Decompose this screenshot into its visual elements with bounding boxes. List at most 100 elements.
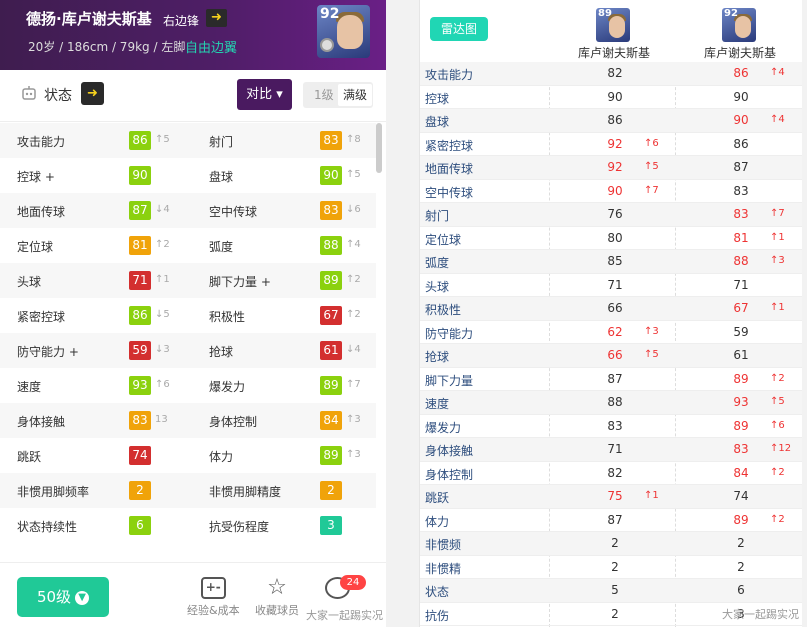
attribute-label: 防守能力 +: [17, 345, 79, 359]
attribute-row: 跳跃 74 体力 89 ↑3: [0, 438, 376, 473]
compare-row: 脚下力量 87 89 ↑2: [420, 368, 802, 391]
compare-player-2-value: 90: [733, 113, 749, 127]
compare-player-2-value: 6: [737, 583, 745, 597]
attribute-label: 控球 +: [17, 170, 55, 184]
attribute-value: 87: [129, 201, 151, 220]
compare-row: 控球 90 90: [420, 86, 802, 109]
compare-row: 空中传球 90 ↑7 83: [420, 180, 802, 203]
compare-row-label: 速度: [425, 397, 450, 411]
compare-player-2-value: 89: [733, 512, 749, 527]
watermark: 大家一起踢实况: [722, 608, 799, 621]
compare-row-label: 身体接触: [425, 444, 474, 458]
level-toggle[interactable]: 1级 满级: [303, 82, 373, 108]
compare-player-1-delta: ↑5: [644, 161, 659, 172]
player-header: 德扬·库卢谢夫斯基 右边锋 ➜ 20岁 / 186cm / 79kg / 左脚 …: [0, 0, 386, 70]
attribute-value: 89: [320, 376, 342, 395]
compare-player-2-value: 86: [733, 66, 749, 80]
compare-player-2-value: 84: [733, 465, 749, 480]
exp-cost-button[interactable]: +- 经验&成本: [187, 577, 240, 618]
compare-row: 身体控制 82 84 ↑2: [420, 462, 802, 485]
compare-row-label: 爆发力: [425, 420, 462, 435]
compare-player-1-delta: ↑6: [644, 137, 659, 149]
compare-player-2-value: 89: [733, 371, 749, 386]
level-max-option[interactable]: 满级: [338, 84, 373, 106]
attribute-row: 速度 93 ↑6 爆发力 89 ↑7: [0, 368, 376, 403]
level-1-option[interactable]: 1级: [309, 84, 339, 106]
compare-player-1-name: 库卢谢夫斯基: [578, 46, 651, 60]
compare-row-label: 地面传球: [425, 162, 474, 176]
compare-player-1-value: 71: [607, 277, 623, 292]
compare-player-2-value: 93: [733, 395, 749, 409]
attribute-value: 89: [320, 446, 342, 465]
compare-row-label: 身体控制: [425, 467, 474, 482]
compare-player-2-delta: ↑2: [770, 372, 785, 384]
attribute-value: 3: [320, 516, 342, 535]
attribute-label: 地面传球: [17, 205, 66, 219]
attribute-row: 防守能力 + 59 ↓3 抢球 61 ↓4: [0, 333, 376, 368]
chevron-down-icon: ▼: [75, 590, 90, 605]
compare-row: 防守能力 62 ↑3 59: [420, 321, 802, 344]
compare-row: 头球 71 71: [420, 274, 802, 297]
bottom-bar: 50级 ▼ +- 经验&成本 ☆ 收藏球员 24 大家一起踢实况: [0, 562, 386, 627]
compare-player-2-value: 87: [733, 160, 749, 174]
attribute-value: 74: [129, 446, 151, 465]
comment-count-badge: 24: [340, 575, 366, 590]
compare-row-label: 非惯频: [425, 538, 462, 552]
attribute-value: 93: [129, 376, 151, 395]
attribute-label: 空中传球: [209, 205, 258, 219]
compare-button[interactable]: 对比 ▾: [237, 79, 292, 110]
attribute-delta: ↑5: [346, 169, 361, 180]
radar-chart-tab[interactable]: 雷达图: [430, 17, 488, 41]
compare-panel: 雷达图 89 库卢谢夫斯基 92 库卢谢夫斯基 攻击能力 82 86 ↑4 控球 90 90…: [419, 0, 802, 627]
attribute-label: 跳跃: [17, 450, 42, 464]
compare-player-1-value: 82: [607, 465, 623, 480]
attribute-label: 非惯用脚频率: [17, 485, 90, 499]
attribute-label: 非惯用脚精度: [209, 485, 282, 499]
attribute-value: 84: [320, 411, 342, 430]
attribute-label: 身体接触: [17, 415, 66, 429]
attribute-value: 88: [320, 236, 342, 255]
compare-row: 紧密控球 92 ↑6 86: [420, 133, 802, 156]
compare-row: 攻击能力 82 86 ↑4: [420, 62, 802, 86]
attribute-row: 攻击能力 86 ↑5 射门 83 ↑8: [0, 123, 376, 158]
compare-player-1-value: 87: [607, 371, 623, 386]
status-header: 状态 ➜ 对比 ▾ 1级 满级: [0, 70, 386, 122]
compare-row-label: 定位球: [425, 232, 462, 247]
compare-player-1-value: 85: [607, 254, 623, 268]
compare-player-1-value: 2: [611, 559, 619, 574]
compare-player-2-delta: ↑4: [770, 67, 785, 78]
compare-player-1-value: 90: [607, 183, 623, 198]
attribute-delta: ↑4: [346, 239, 361, 250]
compare-row-label: 脚下力量: [425, 373, 474, 388]
attribute-value: 83: [129, 411, 151, 430]
compare-row-label: 控球: [425, 91, 450, 106]
arrow-right-icon[interactable]: ➜: [206, 9, 227, 27]
player-skill-link[interactable]: 自由边翼: [185, 37, 237, 56]
player-position: 右边锋: [163, 14, 200, 28]
arrow-right-icon[interactable]: ➜: [81, 82, 104, 105]
attribute-label: 紧密控球: [17, 310, 66, 324]
level-button[interactable]: 50级 ▼: [17, 577, 109, 617]
compare-label: 对比: [246, 87, 273, 102]
player-face: [337, 15, 363, 49]
attribute-value: 71: [129, 271, 151, 290]
compare-player-2-delta: ↑2: [770, 466, 785, 478]
compare-player-2-rating: 92: [724, 8, 738, 19]
scrollbar[interactable]: [376, 123, 382, 173]
attribute-value: 86: [129, 306, 151, 325]
compare-player-2-value: 88: [733, 254, 749, 268]
compare-player-2-value: 67: [733, 301, 749, 315]
attribute-value: 2: [129, 481, 151, 500]
compare-player-1-value: 83: [607, 418, 623, 433]
attribute-row: 定位球 81 ↑2 弧度 88 ↑4: [0, 228, 376, 263]
attribute-row: 地面传球 87 ↓4 空中传球 83 ↓6: [0, 193, 376, 228]
player-card[interactable]: 92: [317, 5, 370, 58]
attribute-delta: ↑3: [346, 449, 361, 460]
compare-row-label: 状态: [425, 585, 450, 599]
plus-minus-icon: +-: [200, 577, 226, 599]
attribute-delta: ↓5: [155, 309, 170, 320]
favorite-button[interactable]: ☆ 收藏球员: [255, 577, 299, 618]
club-badge-icon: [320, 38, 334, 52]
attribute-label: 抢球: [209, 345, 234, 359]
attribute-label: 盘球: [209, 170, 234, 184]
